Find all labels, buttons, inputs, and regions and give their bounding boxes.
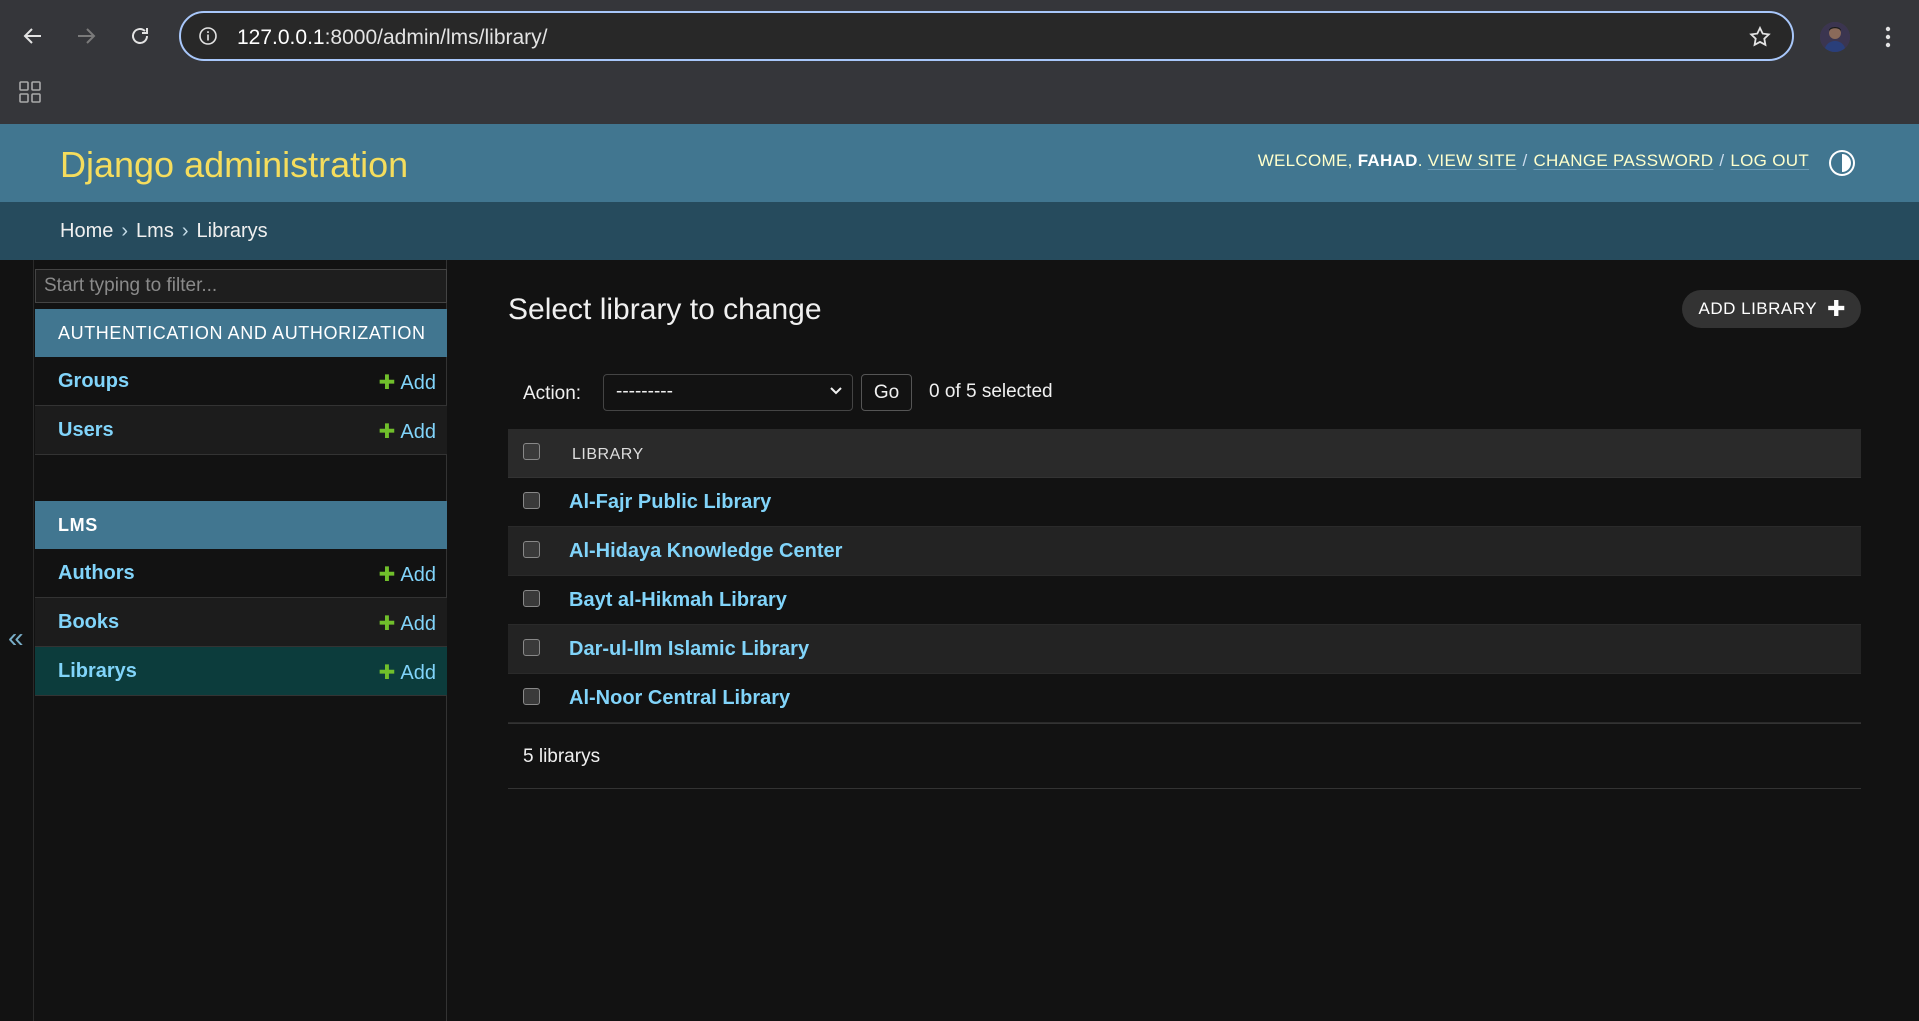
select-all-checkbox[interactable] <box>523 443 540 460</box>
library-link[interactable]: Dar-ul-Ilm Islamic Library <box>569 638 809 661</box>
library-link[interactable]: Al-Noor Central Library <box>569 687 790 710</box>
row-checkbox[interactable] <box>523 492 540 509</box>
table-row: Bayt al-Hikmah Library <box>508 576 1861 625</box>
welcome-text: WELCOME, <box>1257 151 1353 170</box>
add-plus-icon: ✚ <box>378 613 396 635</box>
table-row: Al-Hidaya Knowledge Center <box>508 527 1861 576</box>
username: FAHAD <box>1357 151 1418 170</box>
arrow-right-icon <box>78 28 96 44</box>
table-row: Al-Noor Central Library <box>508 674 1861 723</box>
action-label: Action: <box>523 383 582 404</box>
reload-icon <box>132 28 148 44</box>
sidebar-item-books-link[interactable]: Books <box>58 611 119 634</box>
add-plus-icon: ✚ <box>378 564 396 586</box>
avatar-icon <box>1820 22 1850 52</box>
plus-icon: ✚ <box>1827 296 1846 321</box>
apps-grid-icon[interactable] <box>18 80 42 104</box>
add-group-link[interactable]: ✚ Add <box>379 370 436 395</box>
go-button[interactable]: Go <box>861 374 912 411</box>
reload-button[interactable] <box>122 18 158 54</box>
module-caption-auth[interactable]: AUTHENTICATION AND AUTHORIZATION <box>35 309 447 357</box>
row-checkbox[interactable] <box>523 541 540 558</box>
add-library-button[interactable]: ADD LIBRARY ✚ <box>1681 290 1861 328</box>
library-link[interactable]: Bayt al-Hikmah Library <box>569 589 787 612</box>
add-plus-icon: ✚ <box>378 662 396 684</box>
add-book-link[interactable]: ✚ Add <box>379 611 436 636</box>
table-row: Dar-ul-Ilm Islamic Library <box>508 625 1861 674</box>
add-author-link[interactable]: ✚ Add <box>379 562 436 587</box>
result-list-table: LIBRARY Al-Fajr Public Library Al-Hidaya… <box>508 429 1861 723</box>
sidebar-filter-input[interactable] <box>35 269 447 303</box>
collapse-sidebar-icon: « <box>8 622 24 653</box>
change-password-link[interactable]: CHANGE PASSWORD <box>1533 151 1713 170</box>
result-count: 5 librarys <box>523 746 601 767</box>
column-header-library[interactable]: LIBRARY <box>572 446 644 464</box>
paginator: 5 librarys <box>508 723 1861 789</box>
sidebar-item-authors: Authors ✚ Add <box>35 549 447 598</box>
bookmark-star-icon[interactable] <box>1748 25 1772 49</box>
site-header: Django administration WELCOME, FAHAD. VI… <box>0 124 1919 202</box>
module-caption-lms[interactable]: LMS <box>35 501 447 549</box>
forward-button[interactable] <box>68 18 104 54</box>
page-title: Select library to change <box>508 293 822 326</box>
profile-avatar[interactable] <box>1820 22 1850 52</box>
view-site-link[interactable]: VIEW SITE <box>1428 151 1517 170</box>
breadcrumb-app[interactable]: Lms <box>136 220 174 242</box>
sidebar-item-users: Users ✚ Add <box>35 406 447 455</box>
actions-bar: Action: --------- Go 0 of 5 selected <box>508 363 1861 423</box>
arrow-left-icon <box>23 28 41 44</box>
row-checkbox[interactable] <box>523 590 540 607</box>
site-branding[interactable]: Django administration <box>60 144 408 186</box>
sidebar-toggle[interactable]: « <box>0 260 34 1021</box>
library-link[interactable]: Al-Hidaya Knowledge Center <box>569 540 842 563</box>
breadcrumb-home[interactable]: Home <box>60 220 113 242</box>
back-button[interactable] <box>15 18 51 54</box>
add-plus-icon: ✚ <box>378 421 396 443</box>
sidebar-item-authors-link[interactable]: Authors <box>58 562 135 585</box>
breadcrumb: Home › Lms › Librarys <box>0 202 1919 260</box>
table-row: Al-Fajr Public Library <box>508 478 1861 527</box>
action-select[interactable]: --------- <box>603 374 853 411</box>
add-user-link[interactable]: ✚ Add <box>379 419 436 444</box>
chevron-down-icon <box>830 387 842 395</box>
sidebar-item-groups: Groups ✚ Add <box>35 357 447 406</box>
table-header: LIBRARY <box>508 429 1861 478</box>
selection-counter: 0 of 5 selected <box>929 381 1053 402</box>
more-options-icon[interactable] <box>1878 22 1898 52</box>
sidebar-item-users-link[interactable]: Users <box>58 419 114 442</box>
sidebar-item-librarys: Librarys ✚ Add <box>35 647 447 696</box>
row-checkbox[interactable] <box>523 639 540 656</box>
nav-sidebar: AUTHENTICATION AND AUTHORIZATION Groups … <box>34 260 447 1021</box>
sidebar-item-books: Books ✚ Add <box>35 598 447 647</box>
log-out-link[interactable]: LOG OUT <box>1730 151 1809 170</box>
add-library-link[interactable]: ✚ Add <box>379 660 436 685</box>
address-bar[interactable]: 127.0.0.1:8000/admin/lms/library/ <box>179 11 1794 61</box>
user-tools: WELCOME, FAHAD. VIEW SITE / CHANGE PASSWOR… <box>1257 151 1809 170</box>
library-link[interactable]: Al-Fajr Public Library <box>569 491 771 514</box>
site-info-icon[interactable] <box>198 26 218 46</box>
main-content: Select library to change ADD LIBRARY ✚ A… <box>448 260 1919 1021</box>
sidebar-item-groups-link[interactable]: Groups <box>58 370 129 393</box>
url-text: 127.0.0.1:8000/admin/lms/library/ <box>237 26 548 49</box>
sidebar-item-librarys-link[interactable]: Librarys <box>58 660 137 683</box>
add-plus-icon: ✚ <box>378 372 396 394</box>
theme-toggle-icon[interactable] <box>1827 148 1857 178</box>
breadcrumb-current: Librarys <box>196 220 268 242</box>
row-checkbox[interactable] <box>523 688 540 705</box>
browser-toolbar: 127.0.0.1:8000/admin/lms/library/ <box>0 0 1919 124</box>
